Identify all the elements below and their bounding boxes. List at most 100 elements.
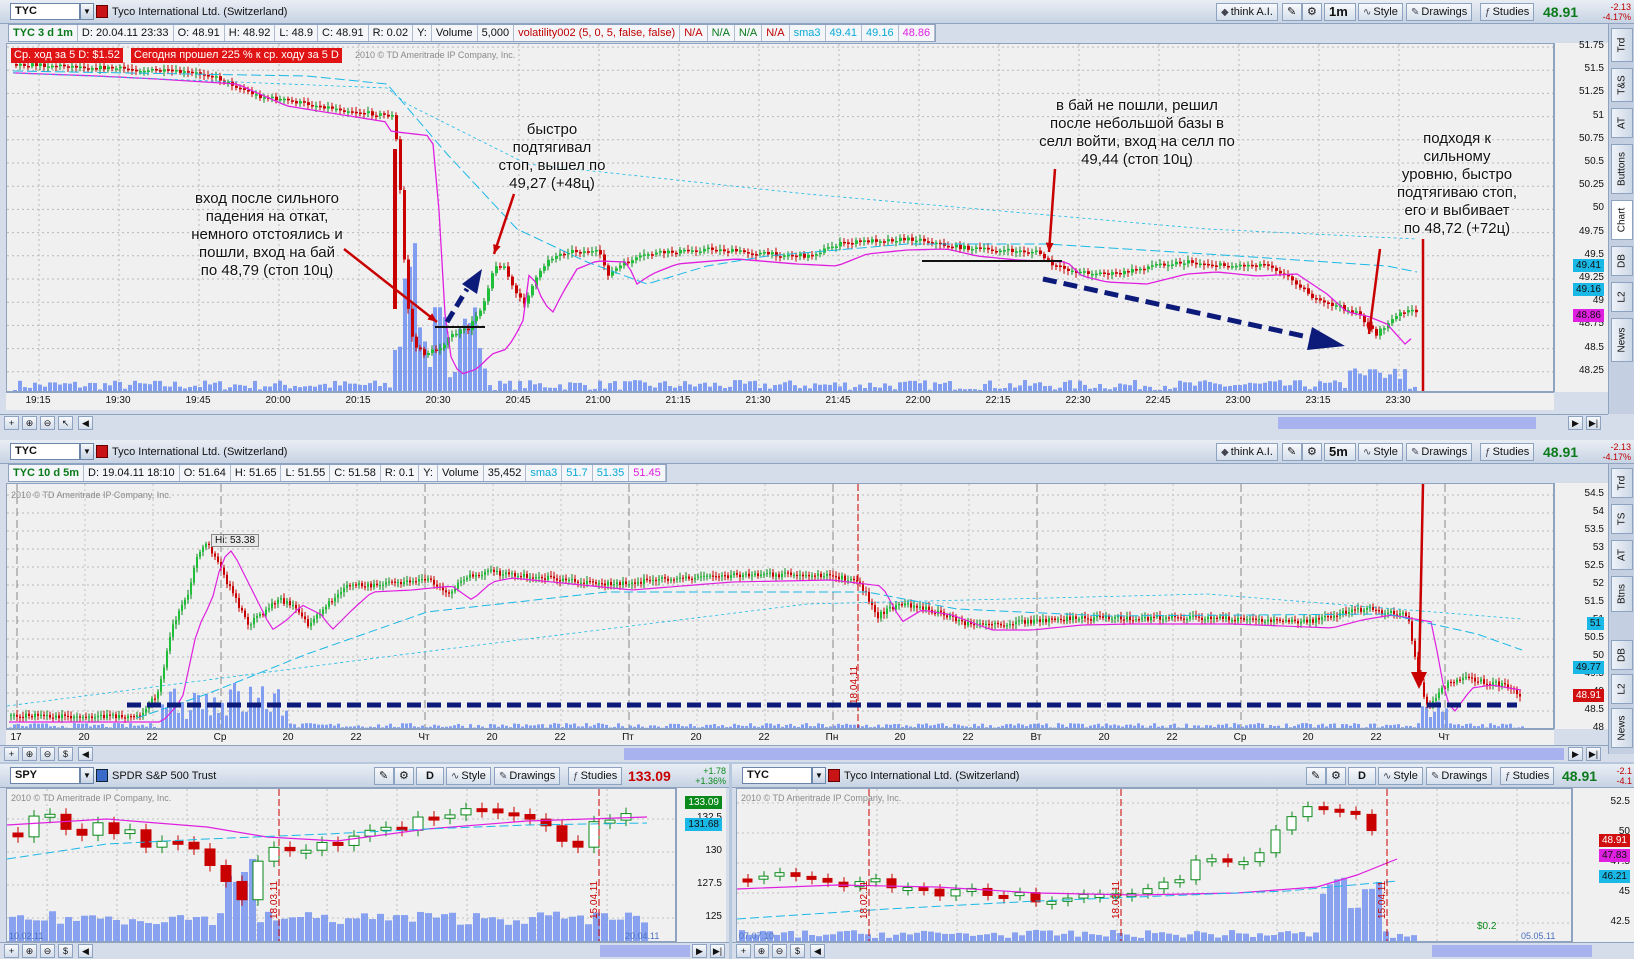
drawings-button[interactable]: ✎ Drawings [1406, 443, 1473, 461]
side-tab-l2[interactable]: L2 [1611, 674, 1633, 704]
zoom-in-icon[interactable]: + [4, 944, 19, 958]
price-axis[interactable]: 54.55453.55352.55251.55150.55049.54948.5… [1554, 483, 1608, 733]
link-flag-icon[interactable] [96, 769, 108, 782]
side-tab-trd[interactable]: Trd [1611, 468, 1633, 498]
side-tab-db[interactable]: DB [1611, 246, 1633, 276]
magnify-minus-icon[interactable]: ⊖ [40, 416, 55, 430]
side-tab-at[interactable]: AT [1611, 108, 1633, 138]
scroll-thumb[interactable] [1278, 417, 1536, 429]
interval-button[interactable]: 1m [1324, 3, 1356, 21]
cursor-icon[interactable]: ↖ [58, 416, 73, 430]
candle [295, 101, 298, 104]
settings-tool-icon[interactable]: ⚙ [394, 767, 414, 785]
scroll-thumb[interactable] [600, 945, 690, 957]
scroll-end-icon[interactable]: ▶| [710, 944, 725, 958]
style-button[interactable]: ∿ Style [446, 767, 491, 785]
side-tab-chart[interactable]: Chart [1611, 200, 1633, 240]
scroll-right-icon[interactable]: ▶ [1568, 416, 1583, 430]
magnify-plus-icon[interactable]: ⊕ [22, 944, 37, 958]
price-plot[interactable]: 18.02.11 18.03.11 15.04.11 07.07.10 05.05.11… [736, 788, 1572, 942]
drawing-tool-icon[interactable]: ✎ [374, 767, 394, 785]
price-plot[interactable]: 18.03.11 15.04.11 10.02.11 20.04.11 2010 © … [6, 788, 676, 942]
scroll-left-icon[interactable]: ◀ [78, 944, 93, 958]
scroll-end-icon[interactable]: ▶| [1586, 747, 1601, 761]
symbol-input[interactable]: TYC [742, 767, 812, 784]
symbol-dropdown-icon[interactable]: ▼ [812, 767, 826, 784]
side-tab-news[interactable]: News [1611, 708, 1633, 748]
symbol-dropdown-icon[interactable]: ▼ [80, 767, 94, 784]
scroll-end-icon[interactable]: ▶| [1586, 416, 1601, 430]
candle [127, 68, 130, 71]
price-axis[interactable]: 132.5130127.5125133.09131.68 [676, 788, 726, 942]
scroll-left-icon[interactable]: ◀ [810, 944, 825, 958]
scrollbar[interactable]: + ⊕ ⊖ $ ◀ ▶ ▶| [0, 942, 729, 958]
price-axis[interactable]: 51.75 51.5 51.25 51 50.75 50.5 50.25 50 49.75 49.… [1554, 40, 1608, 392]
zoom-in-icon[interactable]: + [4, 416, 19, 430]
alert-flag-icon[interactable] [96, 5, 108, 18]
magnify-minus-icon[interactable]: ⊖ [772, 944, 787, 958]
side-tab-ts[interactable]: TS [1611, 504, 1633, 534]
zoom-in-icon[interactable]: + [4, 747, 19, 761]
style-button[interactable]: ∿ Style [1378, 767, 1423, 785]
style-button[interactable]: ∿ Style [1358, 443, 1403, 461]
drawing-tool-icon[interactable]: ✎ [1306, 767, 1326, 785]
style-button[interactable]: ∿ Style [1358, 3, 1403, 21]
think-ai-button[interactable]: ◆ think A.I. [1216, 3, 1278, 21]
scroll-left-icon[interactable]: ◀ [78, 416, 93, 430]
scrollbar[interactable]: + ⊕ ⊖ $ ◀ ▶ ▶| [0, 745, 1608, 761]
scroll-thumb[interactable] [1432, 945, 1592, 957]
price-axis[interactable]: 52.55047.54542.548.9147.8346.21 [1572, 788, 1634, 942]
magnify-plus-icon[interactable]: ⊕ [22, 416, 37, 430]
magnify-plus-icon[interactable]: ⊕ [22, 747, 37, 761]
zoom-in-icon[interactable]: + [736, 944, 751, 958]
side-tab-db[interactable]: DB [1611, 640, 1633, 670]
symbol-dropdown-icon[interactable]: ▼ [80, 3, 94, 20]
side-tab-trd[interactable]: Trd [1611, 28, 1633, 62]
interval-button[interactable]: D [416, 767, 444, 785]
side-tab-l2[interactable]: L2 [1611, 282, 1633, 312]
settings-tool-icon[interactable]: ⚙ [1326, 767, 1346, 785]
interval-button[interactable]: 5m [1324, 443, 1356, 461]
scrollbar[interactable]: + ⊕ ⊖ $ ◀ [732, 942, 1634, 958]
studies-button[interactable]: ƒ Studies [568, 767, 623, 785]
drawings-button[interactable]: ✎ Drawings [1426, 767, 1493, 785]
settings-tool-icon[interactable]: ⚙ [1302, 443, 1322, 461]
magnify-plus-icon[interactable]: ⊕ [754, 944, 769, 958]
side-tab-ts[interactable]: T&S [1611, 68, 1633, 102]
dollar-icon[interactable]: $ [58, 944, 73, 958]
drawings-button[interactable]: ✎ Drawings [494, 767, 561, 785]
scroll-thumb[interactable] [624, 748, 1564, 760]
dollar-icon[interactable]: $ [790, 944, 805, 958]
magnify-minus-icon[interactable]: ⊖ [40, 944, 55, 958]
drawing-tool-icon[interactable]: ✎ [1282, 443, 1302, 461]
volume-bar [1040, 930, 1046, 941]
scroll-left-icon[interactable]: ◀ [78, 747, 93, 761]
symbol-input[interactable]: TYC [10, 443, 80, 460]
interval-button[interactable]: D [1348, 767, 1376, 785]
symbol-dropdown-icon[interactable]: ▼ [80, 443, 94, 460]
drawing-tool-icon[interactable]: ✎ [1282, 3, 1302, 21]
side-tab-at[interactable]: AT [1611, 540, 1633, 570]
studies-button[interactable]: ƒ Studies [1480, 3, 1535, 21]
symbol-input[interactable]: TYC [10, 3, 80, 20]
alert-flag-icon[interactable] [96, 445, 108, 458]
alert-flag-icon[interactable] [828, 769, 840, 782]
scroll-right-icon[interactable]: ▶ [1568, 747, 1583, 761]
side-tab-buttons[interactable]: Buttons [1611, 144, 1633, 194]
price-plot[interactable]: Ср. ход за 5 D: $1.52 Сегодня прошел 225… [6, 43, 1554, 392]
studies-button[interactable]: ƒ Studies [1480, 443, 1535, 461]
drawings-button[interactable]: ✎ Drawings [1406, 3, 1473, 21]
side-tab-news[interactable]: News [1611, 318, 1633, 362]
time-axis[interactable]: 17 20 22 Ср 20 22 Чт 20 22 Пт 20 22 Пн 20 22 Вт 20 22 Ср 20… [6, 729, 1554, 745]
dollar-icon[interactable]: $ [58, 747, 73, 761]
side-tab-btns[interactable]: Btns [1611, 576, 1633, 612]
think-ai-button[interactable]: ◆ think A.I. [1216, 443, 1278, 461]
price-plot[interactable]: 18.04.11 2010 © TD Ameritrade IP Company… [6, 483, 1554, 729]
time-axis[interactable]: 19:15 19:30 19:45 20:00 20:15 20:30 20:45 21:00… [6, 392, 1554, 410]
studies-button[interactable]: ƒ Studies [1500, 767, 1555, 785]
scroll-right-icon[interactable]: ▶ [692, 944, 707, 958]
settings-tool-icon[interactable]: ⚙ [1302, 3, 1322, 21]
scrollbar[interactable]: + ⊕ ⊖ ↖ ◀ ▶ ▶| [0, 414, 1608, 430]
symbol-input[interactable]: SPY [10, 767, 80, 784]
magnify-minus-icon[interactable]: ⊖ [40, 747, 55, 761]
